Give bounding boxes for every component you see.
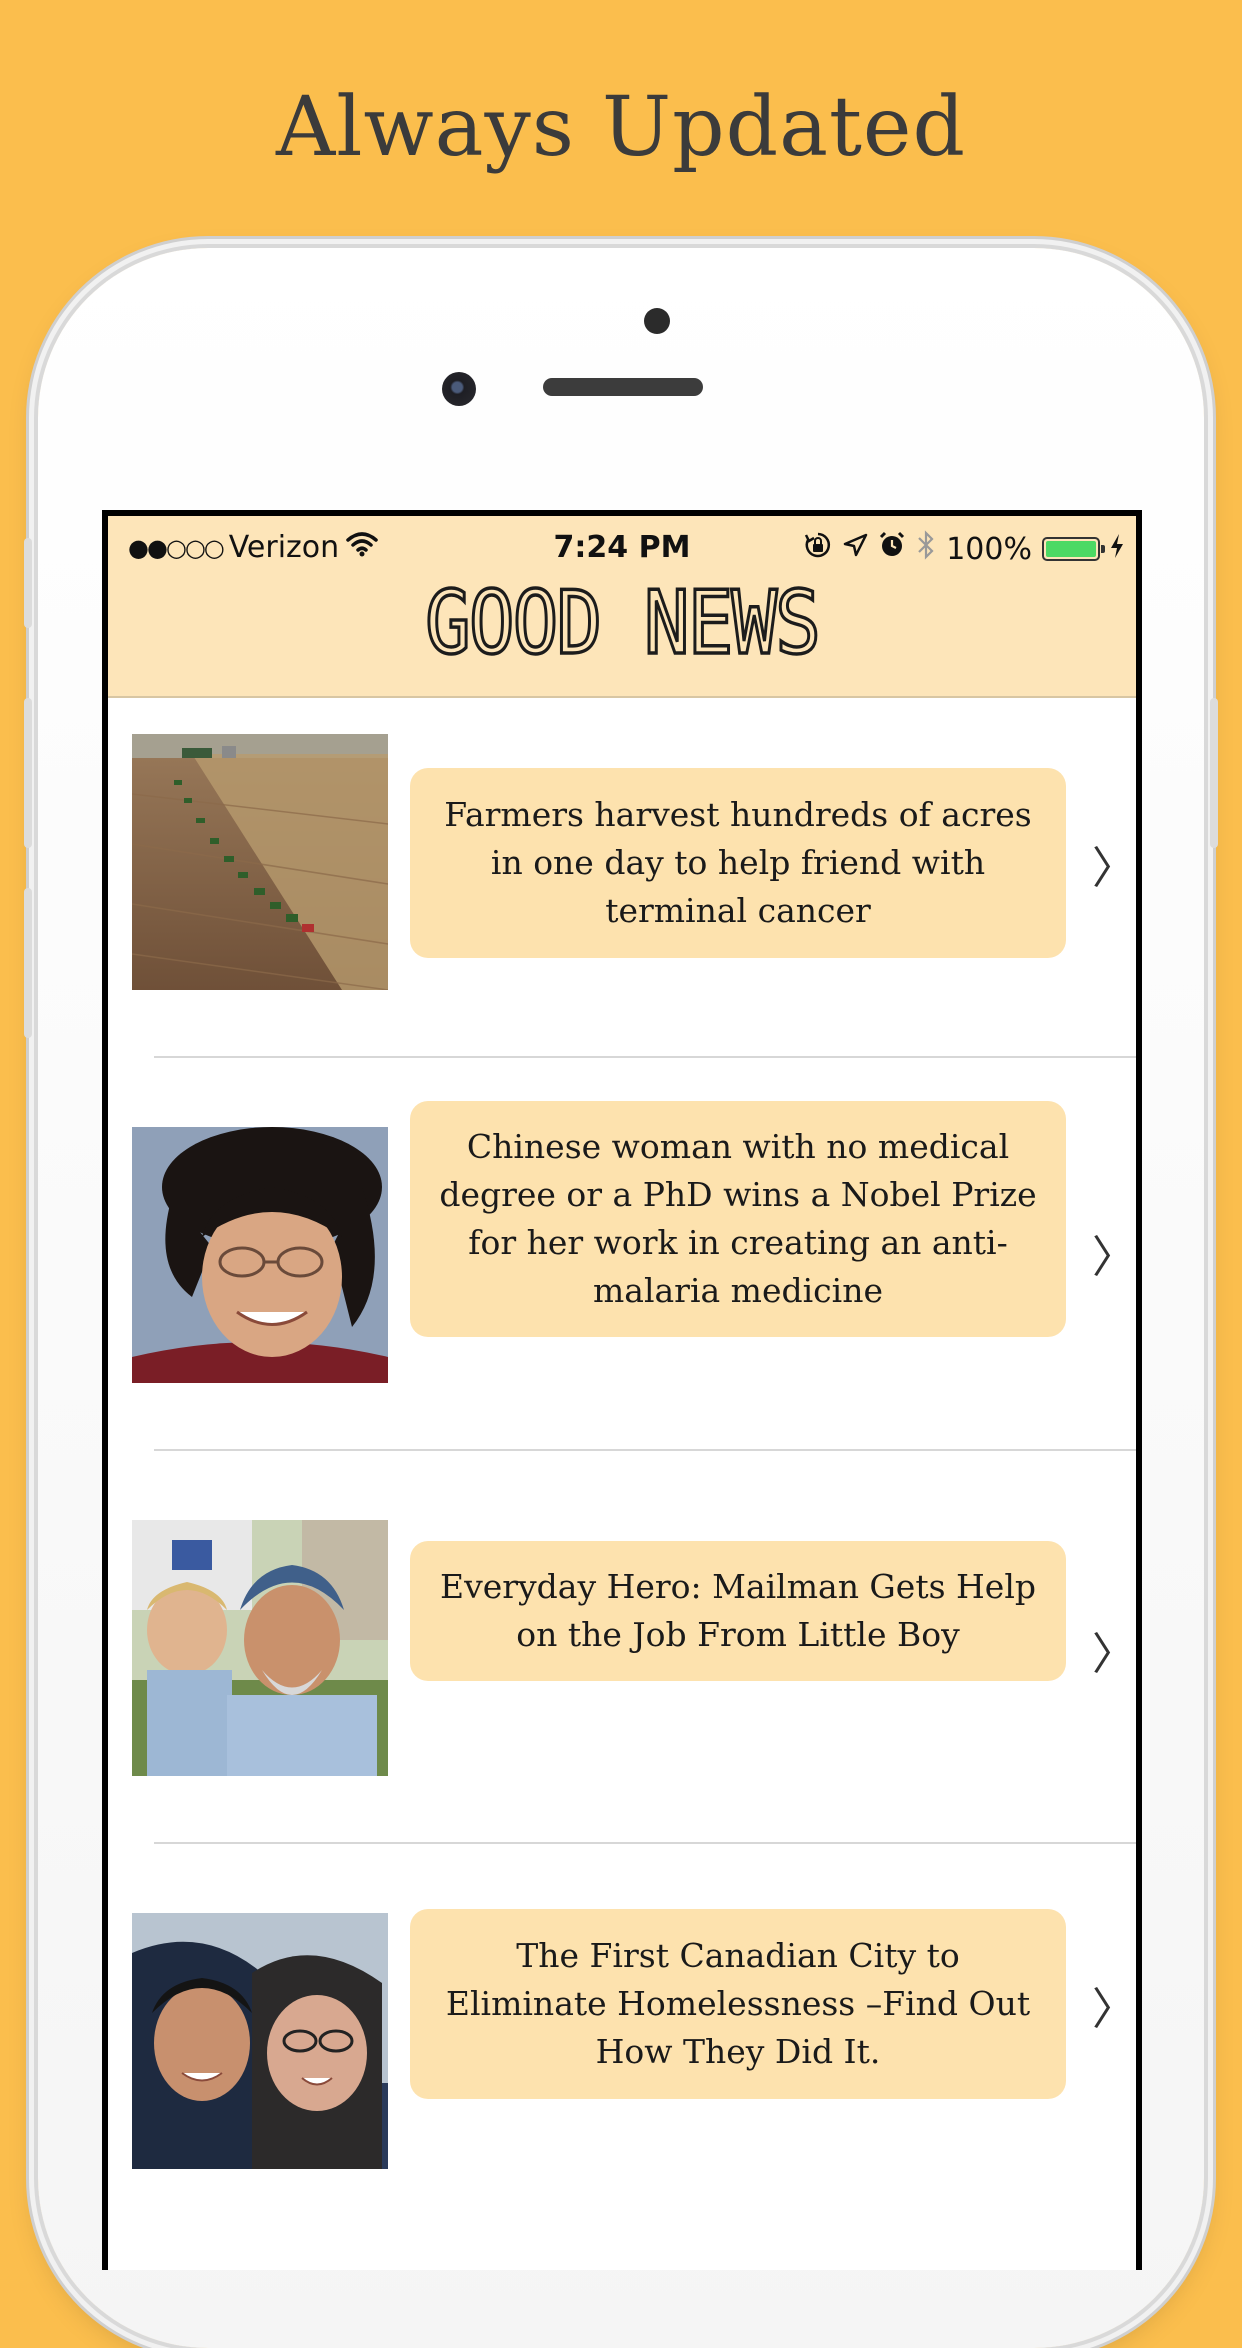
navigation-bar: ●●○○○ Verizon 7:24 PM 100% GOOD NEWS bbox=[108, 516, 1136, 698]
article-thumbnail-mailman[interactable] bbox=[132, 1520, 388, 1776]
article-thumbnail-farm[interactable] bbox=[132, 734, 388, 990]
volume-up-button bbox=[24, 698, 32, 848]
proximity-sensor bbox=[644, 308, 670, 334]
article-title: The First Canadian City to Eliminate Hom… bbox=[445, 1936, 1031, 2071]
battery-percent: 100% bbox=[946, 531, 1032, 567]
chevron-right-icon[interactable]: 〉 bbox=[1092, 1973, 1136, 2037]
chevron-right-icon[interactable]: 〉 bbox=[1092, 1221, 1136, 1285]
promo-headline: Always Updated bbox=[276, 80, 966, 175]
row-divider bbox=[154, 1842, 1136, 1844]
article-title-card[interactable]: The First Canadian City to Eliminate Hom… bbox=[410, 1909, 1066, 2099]
list-item[interactable]: The First Canadian City to Eliminate Hom… bbox=[108, 1877, 1136, 2270]
app-screen: ●●○○○ Verizon 7:24 PM 100% GOOD NEWS Far… bbox=[108, 516, 1136, 2270]
list-item[interactable]: Farmers harvest hundreds of acres in one… bbox=[108, 698, 1136, 1091]
article-title-card[interactable]: Everyday Hero: Mailman Gets Help on the … bbox=[410, 1541, 1066, 1681]
chevron-right-icon[interactable]: 〉 bbox=[1092, 1618, 1136, 1682]
status-bar: ●●○○○ Verizon 7:24 PM 100% bbox=[108, 528, 1136, 572]
row-divider bbox=[154, 1449, 1136, 1451]
front-camera bbox=[442, 372, 476, 406]
article-title: Everyday Hero: Mailman Gets Help on the … bbox=[439, 1567, 1036, 1654]
row-divider bbox=[154, 1056, 1136, 1058]
earpiece-speaker bbox=[543, 378, 703, 396]
power-button bbox=[1210, 698, 1218, 848]
orientation-lock-icon bbox=[804, 531, 832, 567]
article-thumbnail-couple[interactable] bbox=[132, 1913, 388, 2169]
article-title-card[interactable]: Farmers harvest hundreds of acres in one… bbox=[410, 768, 1066, 958]
article-title: Farmers harvest hundreds of acres in one… bbox=[444, 795, 1032, 930]
alarm-icon bbox=[878, 531, 906, 567]
list-item[interactable]: Chinese woman with no medical degree or … bbox=[108, 1091, 1136, 1484]
mute-switch bbox=[24, 538, 32, 628]
list-item[interactable]: Everyday Hero: Mailman Gets Help on the … bbox=[108, 1484, 1136, 1877]
bluetooth-icon bbox=[916, 530, 936, 568]
charging-icon bbox=[1110, 532, 1124, 567]
article-thumbnail-portrait[interactable] bbox=[132, 1127, 388, 1383]
article-title-card[interactable]: Chinese woman with no medical degree or … bbox=[410, 1101, 1066, 1337]
volume-down-button bbox=[24, 888, 32, 1038]
location-icon bbox=[842, 532, 868, 567]
chevron-right-icon[interactable]: 〉 bbox=[1092, 832, 1136, 896]
phone-screen: ●●○○○ Verizon 7:24 PM 100% GOOD NEWS Far… bbox=[102, 510, 1142, 2270]
battery-icon bbox=[1042, 537, 1105, 561]
app-title: GOOD NEWS bbox=[424, 570, 823, 676]
article-title: Chinese woman with no medical degree or … bbox=[439, 1127, 1037, 1310]
